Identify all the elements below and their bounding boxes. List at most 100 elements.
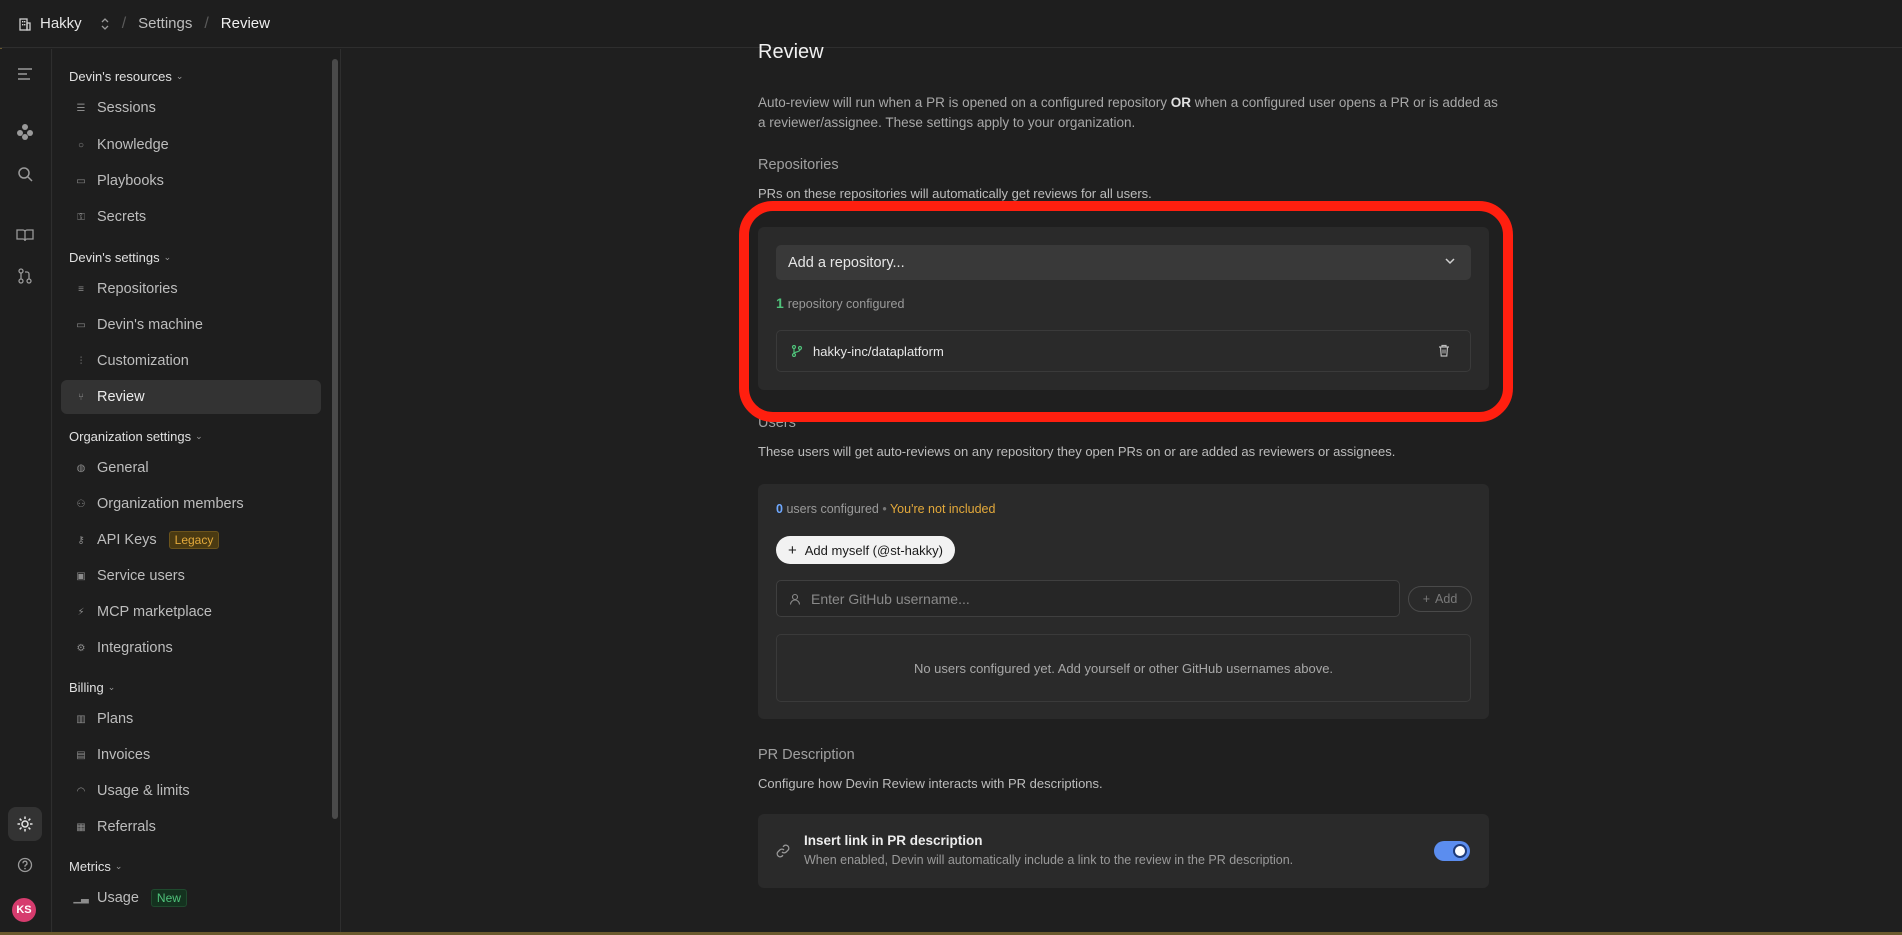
page-title: Review [758, 41, 824, 63]
sidebar-item-organization-members[interactable]: ⚇ Organization members [61, 487, 321, 521]
book-open-icon: ▭ [76, 175, 86, 187]
sidebar-item-label: Devin's machine [97, 317, 203, 333]
sidebar-item-label: Service users [97, 568, 185, 584]
sidebar-item-usage[interactable]: ▁▃ Usage New [61, 881, 321, 915]
repository-row: hakky-inc/dataplatform [776, 330, 1471, 372]
git-pull-request-icon: ⑂ [78, 391, 84, 403]
key-icon: ⚷ [77, 534, 85, 546]
section-title: Billing [69, 680, 104, 695]
sidebar-item-label: Review [97, 389, 145, 405]
sidebar-item-customization[interactable]: ⫶ Customization [61, 344, 321, 378]
add-label: Add [1435, 592, 1458, 606]
sidebar-item-label: Integrations [97, 640, 173, 656]
globe-icon: ◍ [76, 462, 86, 474]
sidebar-item-usage-limits[interactable]: ◠ Usage & limits [61, 774, 321, 808]
map-icon: ▥ [76, 713, 86, 725]
trash-icon[interactable] [1438, 344, 1450, 357]
bar-chart-icon: ▁▃ [73, 892, 89, 904]
toggle-knob [1453, 844, 1467, 858]
sidebar-item-label: Usage & limits [97, 783, 190, 799]
org-switcher[interactable]: Hakky [18, 15, 110, 32]
sidebar-item-review[interactable]: ⑂ Review [61, 380, 321, 414]
sidebar-item-service-users[interactable]: ▣ Service users [61, 559, 321, 593]
insert-link-toggle[interactable] [1434, 841, 1470, 861]
chevron-down-icon: ⌄ [175, 71, 184, 81]
settings-sidebar: Devin's resources ⌄ ☰ Sessions ○ Knowledge … [53, 49, 341, 932]
user-avatar[interactable]: KS [12, 898, 36, 922]
sidebar-toggle-icon[interactable] [14, 63, 36, 85]
legacy-badge: Legacy [168, 531, 220, 549]
link-icon [776, 844, 790, 858]
plus-icon: + [788, 541, 797, 559]
gift-icon: ▦ [76, 821, 86, 833]
sidebar-item-devins-machine[interactable]: ▭ Devin's machine [61, 308, 321, 342]
section-organization-settings[interactable]: Organization settings ⌄ [69, 429, 203, 444]
github-username-field[interactable] [776, 580, 1400, 617]
sidebar-item-label: Customization [97, 353, 189, 369]
sidebar-item-playbooks[interactable]: ▭ Playbooks [61, 164, 321, 198]
count-label: users configured [786, 502, 879, 516]
sidebar-item-integrations[interactable]: ⚙ Integrations [61, 631, 321, 665]
search-icon[interactable] [14, 163, 36, 185]
sidebar-item-sessions[interactable]: ☰ Sessions [61, 91, 321, 125]
sidebar-item-label: Knowledge [97, 137, 169, 153]
devin-logo-icon[interactable] [14, 121, 36, 143]
user-icon [789, 593, 801, 605]
sidebar-item-plans[interactable]: ▥ Plans [61, 702, 321, 736]
users-subtitle: These users will get auto-reviews on any… [758, 444, 1396, 459]
section-devins-resources[interactable]: Devin's resources ⌄ [69, 69, 183, 84]
sidebar-item-invoices[interactable]: ▤ Invoices [61, 738, 321, 772]
git-pull-request-icon[interactable] [14, 265, 36, 287]
repositories-subtitle: PRs on these repositories will automatic… [758, 186, 1152, 201]
sidebar-item-label: Usage [97, 890, 139, 906]
plug-icon: ⚡ [77, 606, 85, 618]
github-username-input[interactable] [811, 590, 1371, 607]
sidebar-item-referrals[interactable]: ▦ Referrals [61, 810, 321, 844]
org-name: Hakky [40, 15, 82, 32]
sidebar-item-repositories[interactable]: ≡ Repositories [61, 272, 321, 306]
pr-description-card: Insert link in PR description When enabl… [758, 814, 1489, 888]
add-user-button[interactable]: + Add [1408, 586, 1472, 612]
count-number: 1 [776, 295, 784, 311]
dot-separator: • [882, 502, 890, 516]
sidebar-item-label: MCP marketplace [97, 604, 212, 620]
repository-count: 1 repository configured [776, 295, 904, 311]
chevron-down-icon: ⌄ [107, 682, 116, 692]
sidebar-item-api-keys[interactable]: ⚷ API Keys Legacy [61, 523, 321, 557]
help-icon[interactable] [14, 854, 36, 876]
sidebar-scrollbar[interactable] [332, 59, 338, 819]
section-billing[interactable]: Billing ⌄ [69, 680, 115, 695]
users-icon: ⚇ [76, 498, 86, 510]
section-metrics[interactable]: Metrics ⌄ [69, 859, 122, 874]
breadcrumb-settings[interactable]: Settings [138, 15, 192, 32]
monitor-icon: ▭ [76, 319, 86, 331]
chevron-down-icon [1445, 258, 1455, 265]
plus-icon: + [1422, 592, 1431, 606]
add-repository-select[interactable]: Add a repository... [776, 245, 1471, 280]
sidebar-item-secrets[interactable]: ⚿ Secrets [61, 200, 321, 234]
cog-icon: ⚙ [76, 642, 86, 654]
section-devins-settings[interactable]: Devin's settings ⌄ [69, 250, 171, 265]
book-icon[interactable] [14, 224, 36, 246]
chevron-down-icon: ⌄ [195, 431, 203, 441]
pr-description-title: PR Description [758, 747, 855, 763]
git-branch-icon [791, 345, 803, 357]
chevron-down-icon: ⌄ [163, 252, 172, 262]
setting-description: When enabled, Devin will automatically i… [804, 853, 1294, 867]
sidebar-item-label: API Keys [97, 532, 157, 548]
pr-description-subtitle: Configure how Devin Review interacts wit… [758, 776, 1103, 791]
add-myself-button[interactable]: + Add myself (@st-hakky) [776, 536, 955, 564]
sidebar-item-mcp-marketplace[interactable]: ⚡ MCP marketplace [61, 595, 321, 629]
sidebar-item-general[interactable]: ◍ General [61, 451, 321, 485]
users-title: Users [758, 415, 796, 431]
settings-icon[interactable] [8, 807, 42, 841]
sidebar-item-knowledge[interactable]: ○ Knowledge [61, 128, 321, 162]
building-icon [19, 17, 31, 31]
sidebar-item-label: Repositories [97, 281, 178, 297]
setting-title: Insert link in PR description [804, 833, 983, 848]
database-icon: ≡ [78, 283, 84, 295]
top-bar: Hakky / Settings / Review [0, 0, 1902, 48]
icon-rail: KS [0, 49, 52, 932]
section-title: Devin's resources [69, 69, 172, 84]
repository-name: hakky-inc/dataplatform [813, 343, 944, 359]
